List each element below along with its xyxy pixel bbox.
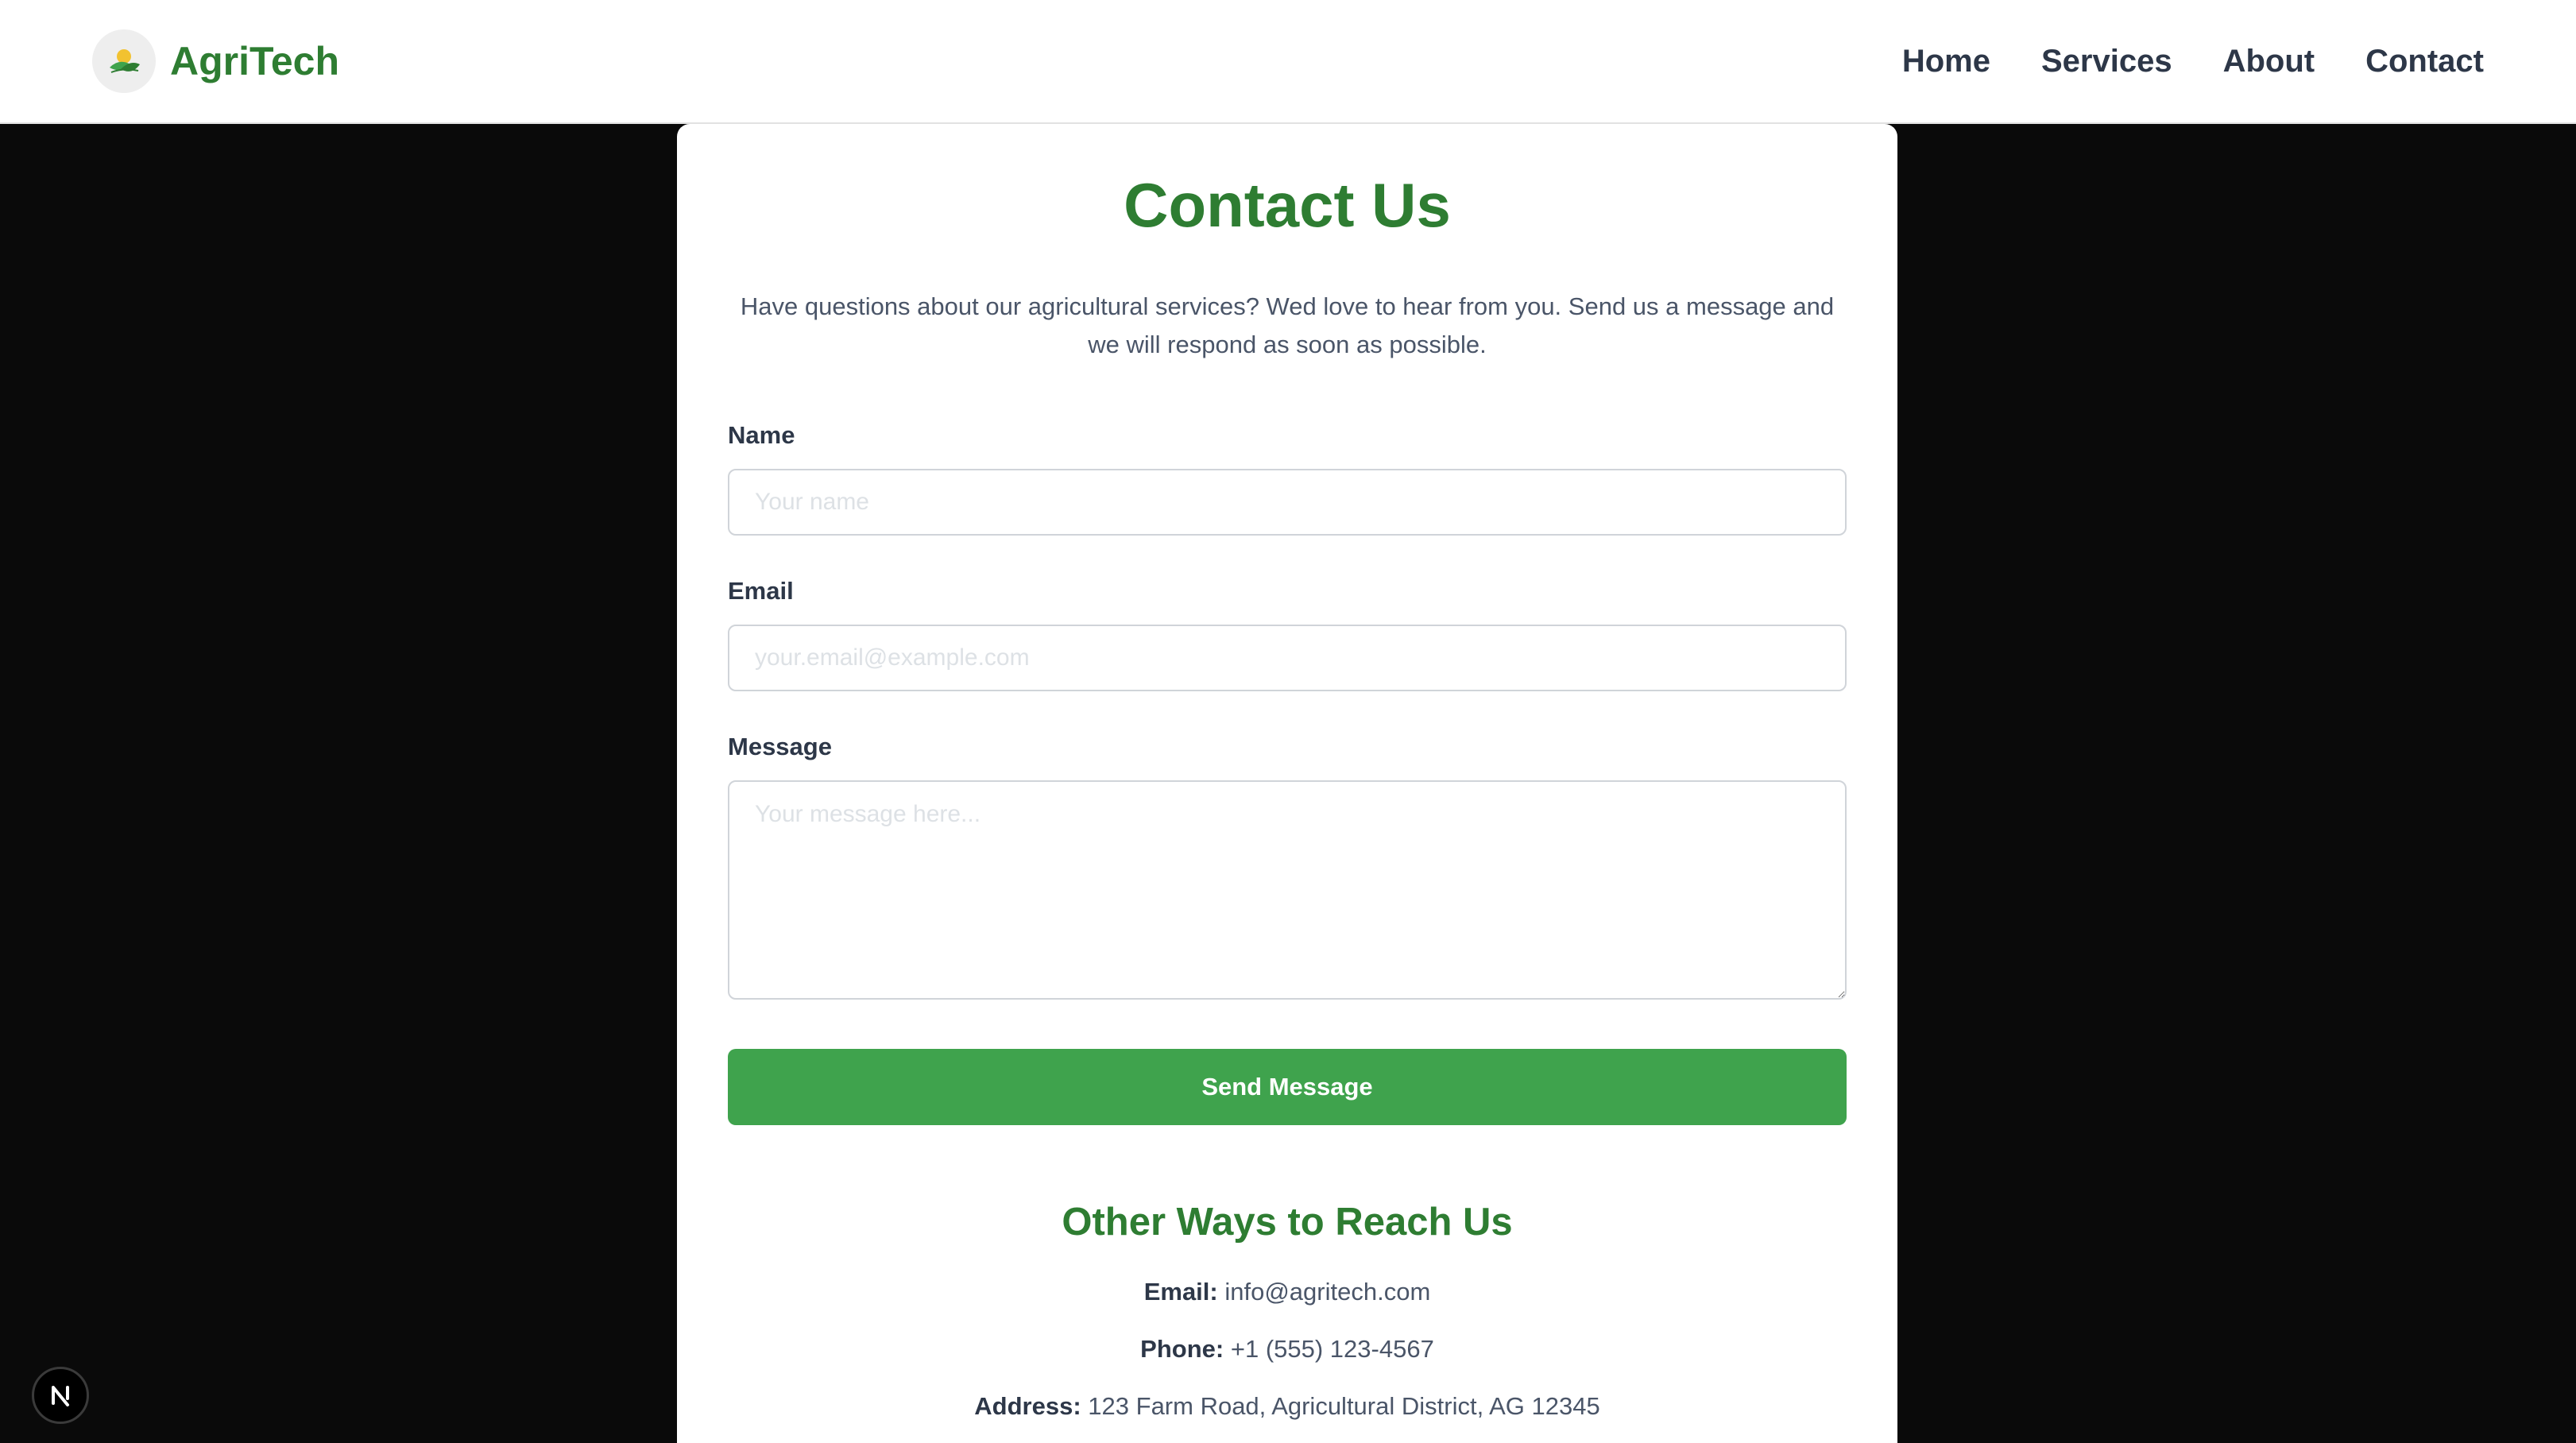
main-nav: Home Services About Contact — [1902, 44, 2484, 79]
email-label: Email — [728, 577, 794, 605]
contact-email-label: Email: — [1143, 1278, 1218, 1306]
contact-card: Contact Us Have questions about our agri… — [677, 124, 1897, 1443]
contact-email-value[interactable]: info@agritech.com — [1224, 1278, 1430, 1306]
intro-text: Have questions about our agricultural se… — [740, 292, 1835, 358]
email-input[interactable] — [728, 625, 1847, 691]
contact-address-line: Address: 123 Farm Road, Agricultural Dis… — [677, 1392, 1897, 1421]
send-message-button[interactable]: Send Message — [728, 1049, 1847, 1125]
brand-name: AgriTech — [170, 39, 339, 83]
brand-home-link[interactable]: AgriTech — [92, 29, 339, 93]
nextjs-dev-icon[interactable] — [32, 1367, 89, 1424]
contact-phone-label: Phone: — [1140, 1335, 1224, 1363]
nav-link-services[interactable]: Services — [2041, 44, 2172, 79]
contact-phone-value[interactable]: +1 (555) 123-4567 — [1231, 1335, 1434, 1363]
name-label: Name — [728, 421, 795, 449]
contact-email-line: Email: info@agritech.com — [677, 1278, 1897, 1306]
leaf-sun-logo-icon — [92, 29, 156, 93]
contact-address-value: 123 Farm Road, Agricultural District, AG… — [1088, 1392, 1600, 1420]
nav-link-home[interactable]: Home — [1902, 44, 1990, 79]
contact-phone-line: Phone: +1 (555) 123-4567 — [677, 1335, 1897, 1364]
nav-link-contact[interactable]: Contact — [2365, 44, 2484, 79]
message-textarea[interactable] — [728, 780, 1847, 1000]
page-title: Contact Us — [1124, 170, 1451, 240]
contact-address-label: Address: — [974, 1392, 1081, 1420]
message-label: Message — [728, 733, 832, 760]
nav-link-about[interactable]: About — [2223, 44, 2315, 79]
other-ways-title: Other Ways to Reach Us — [1062, 1201, 1513, 1244]
name-input[interactable] — [728, 469, 1847, 536]
top-navbar: AgriTech Home Services About Contact — [0, 0, 2576, 124]
